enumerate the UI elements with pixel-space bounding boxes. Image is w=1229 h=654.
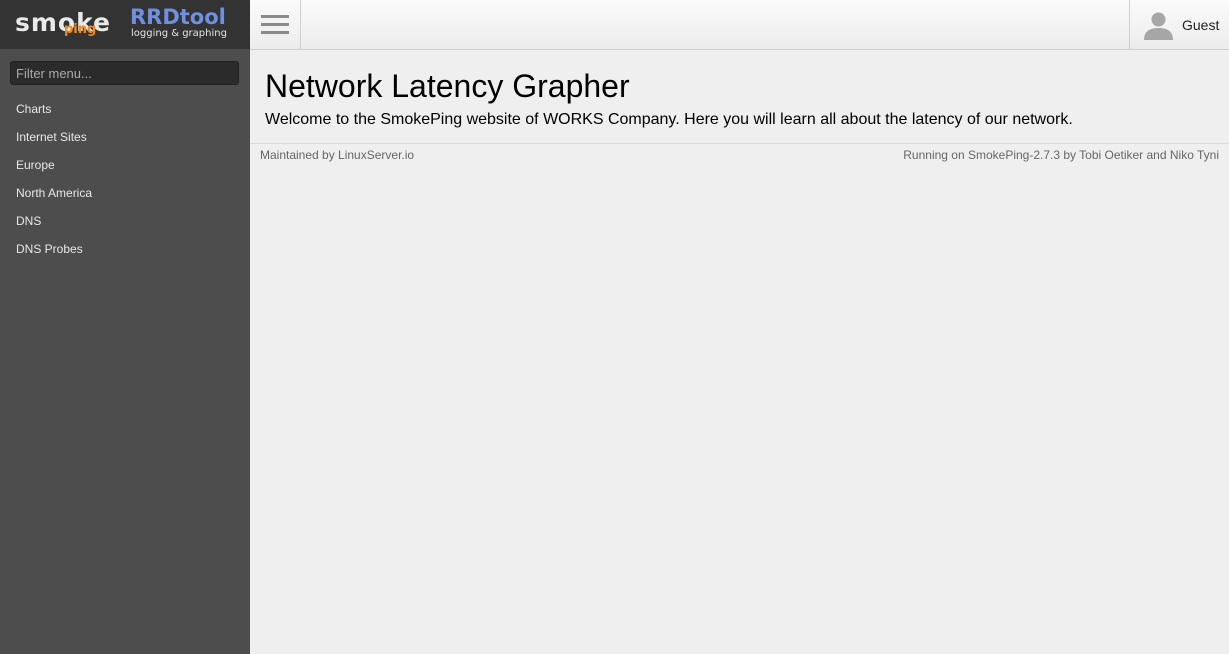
user-menu[interactable]: Guest	[1129, 0, 1229, 49]
top-bar: Guest	[250, 0, 1229, 50]
sidebar: smoke ping RRDtool logging & graphing Ch…	[0, 0, 250, 654]
logo-bar: smoke ping RRDtool logging & graphing	[0, 0, 250, 49]
sidebar-menu: Charts Internet Sites Europe North Ameri…	[0, 95, 250, 263]
user-name: Guest	[1182, 17, 1220, 33]
sidebar-item-charts[interactable]: Charts	[0, 95, 250, 123]
sidebar-item-dns-probes[interactable]: DNS Probes	[0, 235, 250, 263]
sidebar-item-europe[interactable]: Europe	[0, 151, 250, 179]
user-icon	[1144, 12, 1173, 40]
sidebar-item-internet-sites[interactable]: Internet Sites	[0, 123, 250, 151]
app-root: smoke ping RRDtool logging & graphing Ch…	[0, 0, 1229, 654]
logo-ping-text: ping	[64, 22, 97, 37]
filter-menu-input[interactable]	[10, 61, 239, 85]
divider	[250, 143, 1229, 144]
main-content: Network Latency Grapher Welcome to the S…	[250, 50, 1229, 654]
footer-running: Running on SmokePing-2.7.3 by Tobi Oetik…	[903, 148, 1219, 162]
sidebar-item-dns[interactable]: DNS	[0, 207, 250, 235]
logo-rrdtool-text: RRDtool	[130, 5, 226, 29]
footer-running-text[interactable]: Running on SmokePing-2.7.3 by Tobi Oetik…	[903, 148, 1219, 162]
logo-smoke-text: smoke	[15, 8, 112, 37]
sidebar-item-north-america[interactable]: North America	[0, 179, 250, 207]
menu-toggle-button[interactable]	[250, 0, 301, 49]
footer-maintained-text[interactable]: Maintained by LinuxServer.io	[260, 148, 414, 162]
page-title: Network Latency Grapher	[265, 68, 630, 104]
logo-rrdtool-subtitle: logging & graphing	[131, 28, 227, 39]
footer-maintained: Maintained by LinuxServer.io	[260, 148, 414, 162]
welcome-text: Welcome to the SmokePing website of WORK…	[265, 111, 1073, 128]
